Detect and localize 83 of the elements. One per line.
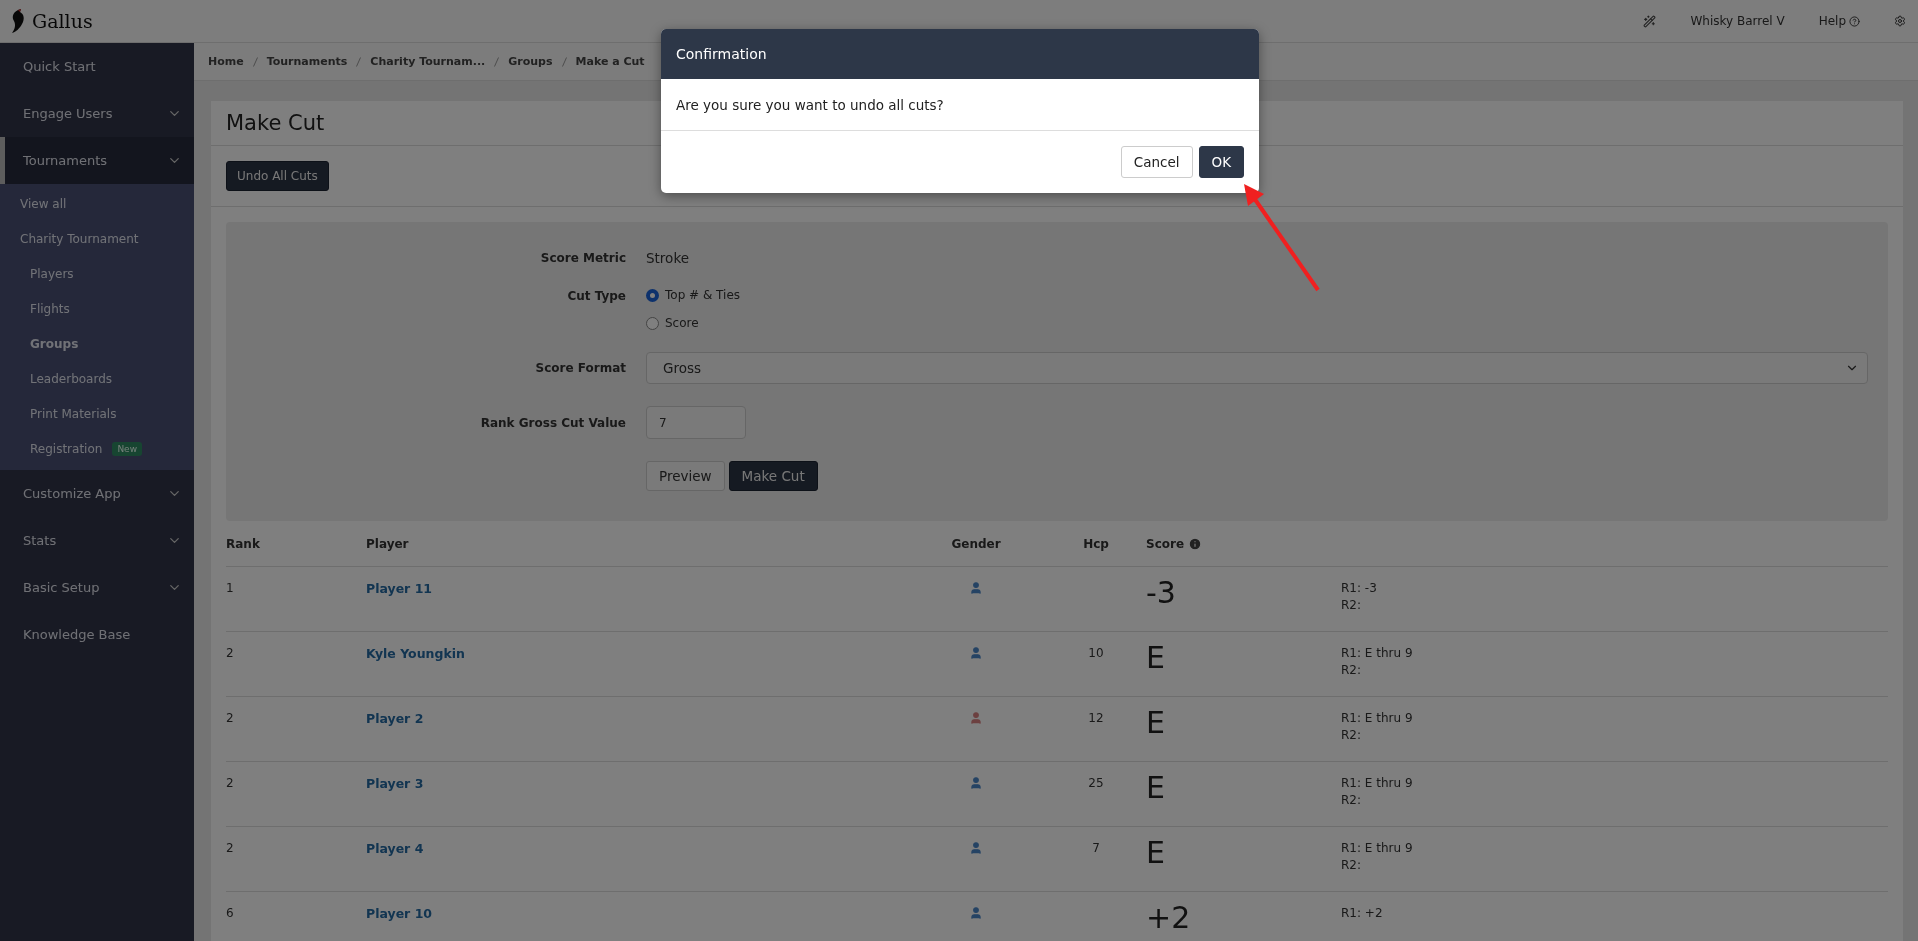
field-label: Rank Gross Cut Value [479, 415, 626, 430]
dialog-title: Confirmation [676, 46, 767, 62]
player-link[interactable]: Player 10 [366, 892, 433, 921]
hcp-cell-text: 10 [1088, 645, 1104, 660]
rank-cell-text: 2 [226, 775, 234, 790]
sidebar-subitem[interactable]: Flights [0, 291, 194, 326]
ok-button[interactable]: OK [1198, 146, 1244, 178]
dialog-message: Are you sure you want to undo all cuts? [676, 97, 944, 113]
round-score: R2: [1341, 663, 1362, 677]
settings-icon[interactable] [1894, 15, 1906, 27]
player-link[interactable]: Kyle Youngkin [366, 632, 465, 661]
round-score: R1: E thru 9 [1341, 776, 1414, 790]
help-link[interactable]: Help [1818, 14, 1860, 28]
slash-separator-icon [356, 56, 362, 67]
hcp-cell-text: 7 [1092, 840, 1100, 855]
player-link[interactable]: Player 4 [366, 827, 424, 856]
score-format-select[interactable]: Gross [646, 352, 1868, 384]
make-cut-button[interactable]: Make Cut [728, 461, 818, 491]
player-link[interactable]: Player 2 [366, 697, 424, 726]
breadcrumb-link[interactable]: Groups [508, 55, 553, 68]
field-label: Score Metric [539, 251, 626, 265]
field-value: Stroke [646, 250, 691, 266]
rank-cell-text: 2 [226, 840, 234, 855]
radio-label: Score [665, 316, 699, 330]
brand-name: Gallus [32, 10, 93, 32]
column-header: Rank [226, 536, 260, 551]
new-badge: New [112, 441, 142, 456]
breadcrumb-link[interactable]: Charity Tournam... [370, 55, 486, 68]
sidebar-subitem[interactable]: Print Materials [0, 396, 194, 431]
slash-separator-icon [561, 56, 567, 67]
rank-cell-text: 2 [226, 710, 234, 725]
breadcrumb-link[interactable]: Home [208, 55, 244, 68]
round-score: R1: E thru 9 [1341, 711, 1414, 725]
radio-button[interactable] [646, 316, 659, 330]
field-label: Cut Type [566, 288, 626, 303]
breadcrumb-link[interactable]: Make a Cut [575, 55, 645, 68]
round-score: R2: [1341, 793, 1362, 807]
sidebar-subitem[interactable]: Groups [0, 326, 194, 361]
sidebar-item[interactable]: Tournaments [0, 137, 194, 184]
player-link[interactable]: Player 11 [366, 567, 433, 596]
score-cell-text: +2 [1146, 899, 1192, 935]
slash-separator-icon [252, 56, 258, 67]
round-score: R1: +2 [1341, 906, 1384, 920]
page-title: Make Cut [226, 111, 326, 135]
hcp-cell-text: 12 [1088, 710, 1104, 725]
input-field[interactable]: 7 [646, 406, 746, 439]
column-header: Player [366, 536, 409, 551]
score-cell-text: E [1146, 639, 1166, 675]
round-score: R2: [1341, 728, 1362, 742]
column-header: Gender [951, 536, 1001, 551]
score-cell-text: E [1146, 769, 1166, 805]
radio-label: Top # & Ties [665, 288, 741, 302]
account-menu[interactable]: Whisky Barrel V [1690, 14, 1785, 28]
score-cell-text: -3 [1146, 574, 1177, 610]
info-icon[interactable] [1188, 536, 1203, 551]
round-score: R1: E thru 9 [1341, 646, 1414, 660]
score-cell-text: E [1146, 834, 1166, 870]
breadcrumb-link[interactable]: Tournaments [266, 55, 348, 68]
preview-button[interactable]: Preview [646, 461, 725, 491]
rank-cell-text: 2 [226, 645, 234, 660]
column-header: Hcp [1083, 536, 1109, 551]
round-score: R1: E thru 9 [1341, 841, 1414, 855]
rank-cell-text: 6 [226, 905, 234, 920]
round-score: R2: [1341, 598, 1362, 612]
hcp-cell-text: 25 [1088, 775, 1104, 790]
sidebar-subitem[interactable]: Players [0, 256, 194, 291]
score-cell-text: E [1146, 704, 1166, 740]
field-label: Score Format [534, 361, 626, 375]
help-icon [1849, 15, 1860, 27]
magic-wand-icon[interactable] [1643, 14, 1657, 28]
sidebar-subitem[interactable]: Leaderboards [0, 361, 194, 396]
sidebar-subitem[interactable]: View all [0, 186, 194, 221]
sidebar-subitem[interactable]: Registration New [0, 431, 194, 466]
column-header: Score [1146, 536, 1203, 551]
round-score: R2: [1341, 858, 1362, 872]
player-link[interactable]: Player 3 [366, 762, 424, 791]
rank-cell-text: 1 [226, 580, 234, 595]
round-score: R1: -3 [1341, 581, 1378, 595]
slash-separator-icon [494, 56, 500, 67]
radio-button[interactable] [646, 288, 659, 302]
cancel-button[interactable]: Cancel [1120, 146, 1193, 178]
undo-all-cuts-button[interactable]: Undo All Cuts [226, 161, 329, 191]
sidebar-subitem[interactable]: Charity Tournament [0, 221, 194, 256]
